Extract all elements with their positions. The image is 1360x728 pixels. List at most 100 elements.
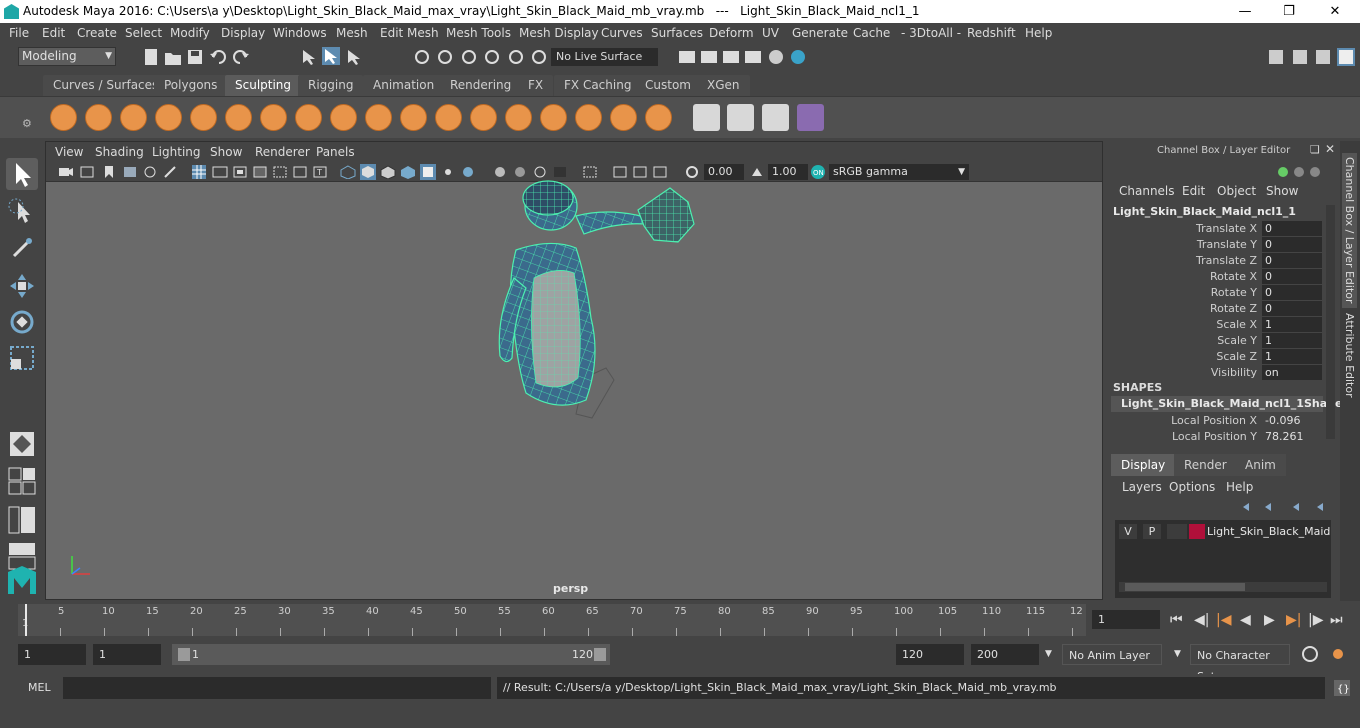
select-hierarchy-icon[interactable] xyxy=(300,48,318,66)
select-object-icon[interactable] xyxy=(322,47,340,65)
freeze-tool-icon[interactable] xyxy=(645,104,672,131)
wax-tool-icon[interactable] xyxy=(400,104,427,131)
multisample-aa-icon[interactable] xyxy=(532,165,548,179)
layer-list-scrollbar[interactable] xyxy=(1119,582,1327,592)
depth-of-field-icon[interactable] xyxy=(552,165,568,179)
sculpt-tool-icon[interactable] xyxy=(50,104,77,131)
bookmark-icon[interactable] xyxy=(101,165,117,179)
layer-menu-layers[interactable]: Layers xyxy=(1122,480,1162,494)
menu-curves[interactable]: Curves xyxy=(601,26,643,40)
attr-value-field[interactable]: 0 xyxy=(1262,253,1322,268)
auto-key-icon[interactable] xyxy=(1300,644,1320,664)
gamma-field[interactable]: 1.00 xyxy=(768,164,808,180)
cb-menu-show[interactable]: Show xyxy=(1266,184,1298,198)
cb-menu-channels[interactable]: Channels xyxy=(1119,184,1175,198)
shelf-tab-sculpting[interactable]: Sculpting xyxy=(225,75,302,96)
menu-mesh[interactable]: Mesh xyxy=(336,26,368,40)
maya-home-icon[interactable] xyxy=(4,564,40,598)
go-to-start-icon[interactable]: ⏮ xyxy=(1170,612,1183,628)
resolution-gate-icon[interactable] xyxy=(232,165,248,179)
snap-grid-icon[interactable] xyxy=(413,48,431,66)
grid-toggle-icon[interactable] xyxy=(191,164,207,180)
snap-view-plane-icon[interactable] xyxy=(483,48,501,66)
layer-playback-toggle[interactable]: P xyxy=(1143,524,1161,539)
field-chart-icon[interactable] xyxy=(272,165,288,179)
attr-value-field[interactable]: 1 xyxy=(1262,349,1322,364)
safe-action-icon[interactable] xyxy=(292,165,308,179)
shelf-tab-rendering[interactable]: Rendering xyxy=(440,75,522,96)
frame-all-icon[interactable] xyxy=(632,165,648,179)
script-language-label[interactable]: MEL xyxy=(28,681,51,694)
select-component-icon[interactable] xyxy=(345,48,363,66)
camera-attributes-icon[interactable] xyxy=(79,165,95,179)
menu-deform[interactable]: Deform xyxy=(709,26,754,40)
attr-value-field[interactable]: 0 xyxy=(1262,285,1322,300)
render-view-icon[interactable] xyxy=(789,48,807,66)
paint-select-tool-icon[interactable] xyxy=(6,232,38,264)
attr-value-field[interactable]: 0 xyxy=(1262,221,1322,236)
script-editor-icon[interactable]: {} xyxy=(1333,679,1351,697)
menu-help[interactable]: Help xyxy=(1025,26,1052,40)
layer-type-toggle[interactable] xyxy=(1167,524,1187,539)
redo-icon[interactable] xyxy=(232,48,250,66)
anim-layer-select[interactable]: No Anim Layer xyxy=(1062,644,1162,665)
render-frame-icon[interactable] xyxy=(678,48,696,66)
menu-modify[interactable]: Modify xyxy=(170,26,210,40)
vp-menu-panels[interactable]: Panels xyxy=(316,145,355,159)
shelf-tab-animation[interactable]: Animation xyxy=(363,75,445,96)
motion-blur-icon[interactable] xyxy=(512,165,528,179)
snap-point-icon[interactable] xyxy=(460,48,478,66)
render-sequence-icon[interactable] xyxy=(700,48,718,66)
scrape-tool-icon[interactable] xyxy=(435,104,462,131)
exposure-icon[interactable] xyxy=(684,165,700,179)
menu-edit-mesh[interactable]: Edit Mesh xyxy=(380,26,439,40)
lasso-tool-icon[interactable] xyxy=(6,196,38,228)
tab-attribute-editor[interactable]: Attribute Editor xyxy=(1342,309,1357,402)
camera-icon[interactable] xyxy=(58,165,74,179)
toggle-channel-box-icon[interactable] xyxy=(1291,48,1309,66)
animation-preferences-icon[interactable] xyxy=(1328,644,1348,664)
hud-icon[interactable] xyxy=(612,165,628,179)
selected-object-name[interactable]: Light_Skin_Black_Maid_ncl1_1 xyxy=(1113,205,1296,218)
current-frame-field[interactable]: 1 xyxy=(1092,610,1160,629)
layer-tab-render[interactable]: Render xyxy=(1174,454,1237,476)
vp-menu-renderer[interactable]: Renderer xyxy=(255,145,310,159)
bulge-tool-icon[interactable] xyxy=(575,104,602,131)
new-scene-icon[interactable] xyxy=(142,48,160,66)
menu-select[interactable]: Select xyxy=(125,26,162,40)
layer-name[interactable]: Light_Skin_Black_Maid xyxy=(1207,525,1330,538)
attr-value-field[interactable]: 0 xyxy=(1262,301,1322,316)
playback-end-field[interactable]: 120 xyxy=(896,644,964,665)
layer-create-icons[interactable] xyxy=(1237,500,1333,514)
render-settings-icon[interactable] xyxy=(744,48,762,66)
step-forward-frame-icon[interactable]: |▶ xyxy=(1308,612,1323,628)
animation-end-field[interactable]: 200 xyxy=(971,644,1039,665)
range-bar[interactable]: 1 120 xyxy=(172,644,610,665)
channel-box-options-icon[interactable] xyxy=(1275,163,1331,181)
layer-menu-help[interactable]: Help xyxy=(1226,480,1253,494)
flatten-tool-icon[interactable] xyxy=(225,104,252,131)
menu-cache[interactable]: Cache xyxy=(853,26,890,40)
gate-mask-icon[interactable] xyxy=(252,165,268,179)
attr-value-field[interactable]: 0 xyxy=(1262,237,1322,252)
vp-menu-lighting[interactable]: Lighting xyxy=(152,145,201,159)
cb-menu-edit[interactable]: Edit xyxy=(1182,184,1205,198)
vp-menu-view[interactable]: View xyxy=(55,145,83,159)
move-tool-icon[interactable] xyxy=(6,270,38,302)
grab-tool-icon[interactable] xyxy=(155,104,182,131)
range-start-handle[interactable] xyxy=(178,648,190,661)
menu-create[interactable]: Create xyxy=(77,26,117,40)
menu-file[interactable]: File xyxy=(9,26,29,40)
layer-tab-display[interactable]: Display xyxy=(1111,454,1176,476)
toggle-attribute-editor-icon[interactable] xyxy=(1314,48,1332,66)
ipr-render-icon[interactable] xyxy=(722,48,740,66)
layer-color-swatch[interactable] xyxy=(1189,524,1205,539)
textured-icon[interactable] xyxy=(400,165,416,179)
shelf-tab-xgen[interactable]: XGen xyxy=(697,75,750,96)
tab-channel-box-layer-editor[interactable]: Channel Box / Layer Editor xyxy=(1342,153,1357,308)
go-to-end-icon[interactable]: ⏭ xyxy=(1330,612,1343,628)
maid-model-wireframe[interactable] xyxy=(456,178,756,438)
frame-selected-icon[interactable] xyxy=(652,165,668,179)
rotate-tool-icon[interactable] xyxy=(6,306,38,338)
live-surface-field[interactable]: No Live Surface xyxy=(551,48,658,66)
